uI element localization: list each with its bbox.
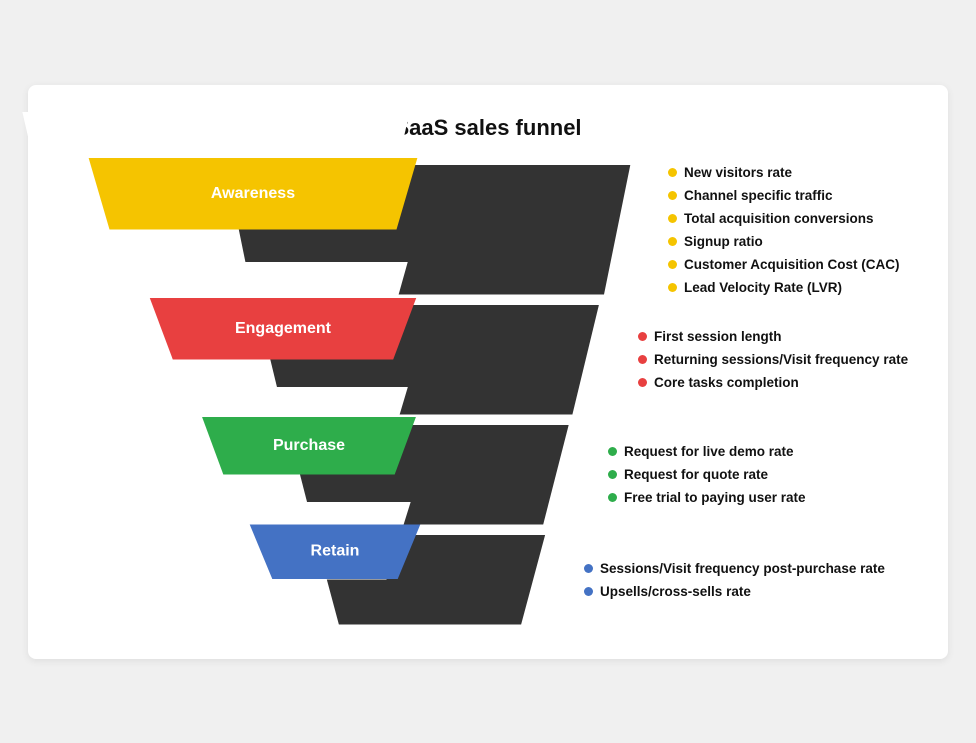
purchase-label: Purchase bbox=[273, 437, 345, 455]
metric-item: Lead Velocity Rate (LVR) bbox=[668, 280, 928, 295]
metric-item: Request for quote rate bbox=[608, 467, 928, 482]
metric-item: Free trial to paying user rate bbox=[608, 490, 928, 505]
engagement-label: Engagement bbox=[235, 320, 331, 338]
metric-item: Channel specific traffic bbox=[668, 188, 928, 203]
funnel-row-purchase: Purchase Request for live demo rate Requ… bbox=[48, 425, 928, 525]
metric-item: First session length bbox=[638, 329, 928, 344]
main-card: SaaS sales funnel Awareness New visitors… bbox=[28, 85, 948, 659]
metric-item: Core tasks completion bbox=[638, 375, 928, 390]
metric-item: Upsells/cross-sells rate bbox=[584, 584, 928, 599]
retain-metrics: Sessions/Visit frequency post-purchase r… bbox=[564, 561, 928, 599]
metric-item: Returning sessions/Visit frequency rate bbox=[638, 352, 928, 367]
metric-item: Signup ratio bbox=[668, 234, 928, 249]
metric-item: Request for live demo rate bbox=[608, 444, 928, 459]
funnel-shape-retain: Retain bbox=[296, 535, 564, 625]
metric-item: Sessions/Visit frequency post-purchase r… bbox=[584, 561, 928, 576]
purchase-metrics: Request for live demo rate Request for q… bbox=[588, 444, 928, 505]
awareness-metrics: New visitors rate Channel specific traff… bbox=[648, 165, 928, 295]
engagement-metrics: First session length Returning sessions/… bbox=[618, 329, 928, 390]
awareness-label: Awareness bbox=[211, 185, 295, 203]
funnel-container: Awareness New visitors rate Channel spec… bbox=[48, 165, 928, 629]
metric-item: Total acquisition conversions bbox=[668, 211, 928, 226]
metric-item: Customer Acquisition Cost (CAC) bbox=[668, 257, 928, 272]
funnel-row-retain: Retain Sessions/Visit frequency post-pur… bbox=[48, 535, 928, 625]
metric-item: New visitors rate bbox=[668, 165, 928, 180]
retain-label: Retain bbox=[311, 543, 360, 561]
